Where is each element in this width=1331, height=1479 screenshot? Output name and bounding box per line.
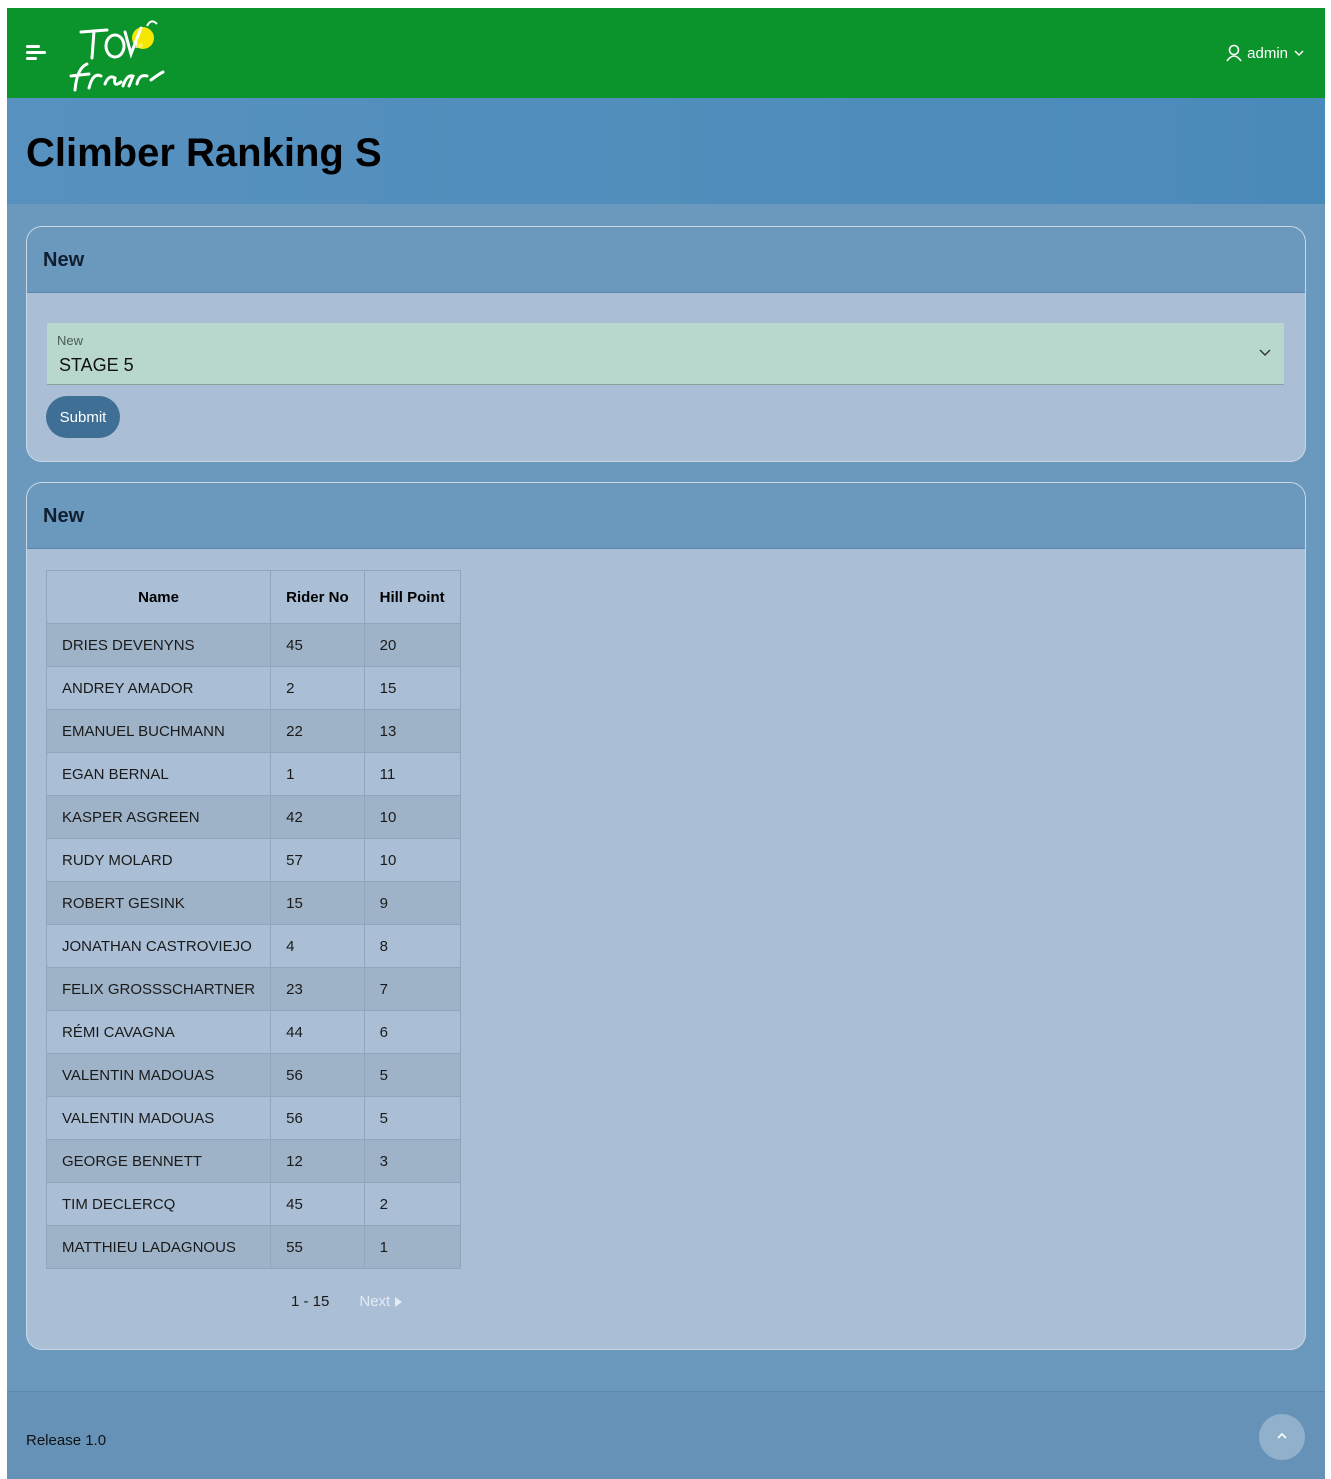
page-header: Climber Ranking S xyxy=(7,98,1325,204)
cell-rider-no: 4 xyxy=(270,924,365,968)
cell-hill-point: 1 xyxy=(363,1225,461,1269)
column-header-rider-no[interactable]: Rider No xyxy=(270,570,365,624)
cell-hill-point: 9 xyxy=(363,881,461,925)
cell-name: FELIX GROSSSCHARTNER xyxy=(45,967,272,1011)
tour-de-france-logo[interactable]: de xyxy=(67,14,167,94)
user-name: admin xyxy=(1247,44,1288,62)
cell-hill-point: 7 xyxy=(363,967,461,1011)
pagination-range: 1 - 15 xyxy=(291,1293,330,1310)
cell-hill-point: 10 xyxy=(363,795,461,839)
app-frame: de admin Climber Ranking S New New STAGE… xyxy=(7,8,1325,1479)
scroll-to-top-button[interactable] xyxy=(1259,1414,1305,1460)
chevron-down-icon xyxy=(1259,349,1271,356)
cell-rider-no: 42 xyxy=(270,795,365,839)
svg-text:de: de xyxy=(133,41,143,50)
cell-hill-point: 5 xyxy=(363,1053,461,1097)
cell-rider-no: 45 xyxy=(270,623,365,667)
cell-rider-no: 57 xyxy=(270,838,365,882)
cell-name: MATTHIEU LADAGNOUS xyxy=(45,1225,272,1269)
cell-name: EGAN BERNAL xyxy=(45,752,272,796)
cell-hill-point: 3 xyxy=(363,1139,461,1183)
cell-hill-point: 6 xyxy=(363,1010,461,1054)
table-header-row: Name Rider No Hill Point xyxy=(45,570,461,624)
cell-name: KASPER ASGREEN xyxy=(45,795,272,839)
page-title: Climber Ranking S xyxy=(26,131,382,175)
table-row: RUDY MOLARD 57 10 xyxy=(45,838,461,882)
card-header: New xyxy=(27,483,1305,549)
cell-name: ANDREY AMADOR xyxy=(45,666,272,710)
card-title: New xyxy=(43,505,85,527)
stage-select-card: New New STAGE 5 Submit xyxy=(26,226,1306,462)
table-row: MATTHIEU LADAGNOUS 55 1 xyxy=(45,1225,461,1269)
cell-hill-point: 2 xyxy=(363,1182,461,1226)
cell-hill-point: 5 xyxy=(363,1096,461,1140)
cell-name: EMANUEL BUCHMANN xyxy=(45,709,272,753)
cell-hill-point: 8 xyxy=(363,924,461,968)
cell-name: VALENTIN MADOUAS xyxy=(45,1053,272,1097)
chevron-down-icon xyxy=(1294,50,1304,57)
top-bar: de admin xyxy=(7,8,1325,98)
cell-rider-no: 23 xyxy=(270,967,365,1011)
cell-name: RÉMI CAVAGNA xyxy=(45,1010,272,1054)
stage-select[interactable]: New STAGE 5 xyxy=(47,323,1284,385)
cell-name: JONATHAN CASTROVIEJO xyxy=(45,924,272,968)
stage-select-label: New xyxy=(57,333,84,348)
cell-hill-point: 13 xyxy=(363,709,461,753)
table-row: RÉMI CAVAGNA 44 6 xyxy=(45,1010,461,1054)
cell-rider-no: 1 xyxy=(270,752,365,796)
table-row: TIM DECLERCQ 45 2 xyxy=(45,1182,461,1226)
next-label: Next xyxy=(359,1293,391,1310)
cell-name: VALENTIN MADOUAS xyxy=(45,1096,272,1140)
table-row: EGAN BERNAL 1 11 xyxy=(45,752,461,796)
cell-name: GEORGE BENNETT xyxy=(45,1139,272,1183)
cell-rider-no: 56 xyxy=(270,1053,365,1097)
footer: Release 1.0 xyxy=(7,1391,1325,1479)
next-page-button[interactable]: Next xyxy=(359,1293,403,1310)
cell-name: DRIES DEVENYNS xyxy=(45,623,272,667)
cell-rider-no: 15 xyxy=(270,881,365,925)
cell-name: TIM DECLERCQ xyxy=(45,1182,272,1226)
cell-name: ROBERT GESINK xyxy=(45,881,272,925)
cell-rider-no: 22 xyxy=(270,709,365,753)
cell-rider-no: 12 xyxy=(270,1139,365,1183)
ranking-table: Name Rider No Hill Point DRIES DEVENYNS 4… xyxy=(45,570,461,1269)
table-row: GEORGE BENNETT 12 3 xyxy=(45,1139,461,1183)
cell-name: RUDY MOLARD xyxy=(45,838,272,882)
card-header: New xyxy=(27,227,1305,293)
ranking-card: New Name Rider No Hill Point DRIES DEVEN… xyxy=(26,482,1306,1350)
table-row: JONATHAN CASTROVIEJO 4 8 xyxy=(45,924,461,968)
stage-select-value: STAGE 5 xyxy=(59,355,134,375)
user-icon xyxy=(1226,44,1242,62)
table-row: FELIX GROSSSCHARTNER 23 7 xyxy=(45,967,461,1011)
column-header-name[interactable]: Name xyxy=(45,570,272,624)
cell-rider-no: 45 xyxy=(270,1182,365,1226)
chevron-up-icon xyxy=(1277,1432,1287,1439)
table-row: ANDREY AMADOR 2 15 xyxy=(45,666,461,710)
table-row: VALENTIN MADOUAS 56 5 xyxy=(45,1096,461,1140)
table-row: DRIES DEVENYNS 45 20 xyxy=(45,623,461,667)
table-row: VALENTIN MADOUAS 56 5 xyxy=(45,1053,461,1097)
cell-rider-no: 55 xyxy=(270,1225,365,1269)
cell-hill-point: 20 xyxy=(363,623,461,667)
table-row: KASPER ASGREEN 42 10 xyxy=(45,795,461,839)
cell-hill-point: 10 xyxy=(363,838,461,882)
cell-hill-point: 15 xyxy=(363,666,461,710)
release-version: Release 1.0 xyxy=(26,1432,107,1449)
card-title: New xyxy=(43,249,85,271)
table-row: ROBERT GESINK 15 9 xyxy=(45,881,461,925)
pagination: 1 - 15 Next xyxy=(291,1293,403,1310)
cell-rider-no: 2 xyxy=(270,666,365,710)
triangle-right-icon xyxy=(395,1296,403,1307)
cell-rider-no: 56 xyxy=(270,1096,365,1140)
user-menu[interactable]: admin xyxy=(1226,42,1305,64)
menu-icon[interactable] xyxy=(26,45,48,61)
cell-hill-point: 11 xyxy=(363,752,461,796)
cell-rider-no: 44 xyxy=(270,1010,365,1054)
submit-button[interactable]: Submit xyxy=(46,396,120,438)
table-row: EMANUEL BUCHMANN 22 13 xyxy=(45,709,461,753)
column-header-hill-point[interactable]: Hill Point xyxy=(363,570,461,624)
